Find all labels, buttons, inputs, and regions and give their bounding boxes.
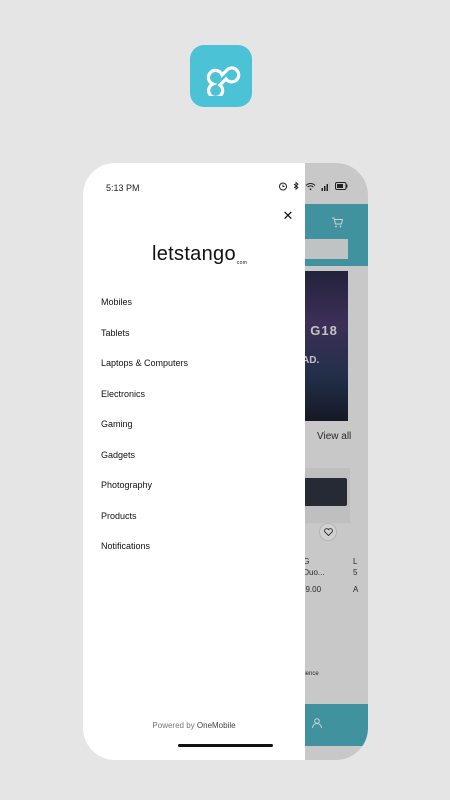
logo-text: letstango [152, 243, 236, 265]
status-icons [278, 181, 348, 191]
alarm-icon [279, 182, 287, 191]
navigation-drawer: ✕ letstangocom Mobiles Tablets Laptops &… [83, 163, 305, 760]
logo-suffix: com [236, 260, 248, 266]
menu-item-tablets[interactable]: Tablets [101, 321, 188, 352]
menu-item-laptops-computers[interactable]: Laptops & Computers [101, 351, 188, 382]
powered-by-brand: OneMobile [196, 721, 236, 730]
menu-item-gadgets[interactable]: Gadgets [101, 443, 188, 474]
status-time: 5:13 PM [106, 183, 140, 193]
letstango-logo: letstangocom [152, 243, 247, 266]
close-button[interactable]: ✕ [281, 209, 295, 223]
menu-item-notifications[interactable]: Notifications [101, 534, 188, 565]
wifi-icon [305, 182, 316, 190]
powered-by-text: Powered by OneMobile [83, 721, 305, 730]
drawer-menu: Mobiles Tablets Laptops & Computers Elec… [101, 290, 188, 565]
menu-item-mobiles[interactable]: Mobiles [101, 290, 188, 321]
battery-icon [335, 182, 348, 190]
status-bar: 5:13 PM [83, 163, 368, 207]
menu-item-electronics[interactable]: Electronics [101, 382, 188, 413]
infinity-logo-icon [206, 66, 241, 96]
bluetooth-icon [293, 181, 299, 191]
menu-item-products[interactable]: Products [101, 504, 188, 535]
menu-item-gaming[interactable]: Gaming [101, 412, 188, 443]
powered-by-prefix: Powered by [152, 721, 195, 730]
signal-icon [321, 181, 330, 191]
app-icon [190, 45, 252, 107]
home-indicator[interactable] [178, 744, 273, 747]
menu-item-photography[interactable]: Photography [101, 473, 188, 504]
phone-frame: X G18 AD. View all OG s Duo... 99.00 L 5… [83, 163, 368, 760]
